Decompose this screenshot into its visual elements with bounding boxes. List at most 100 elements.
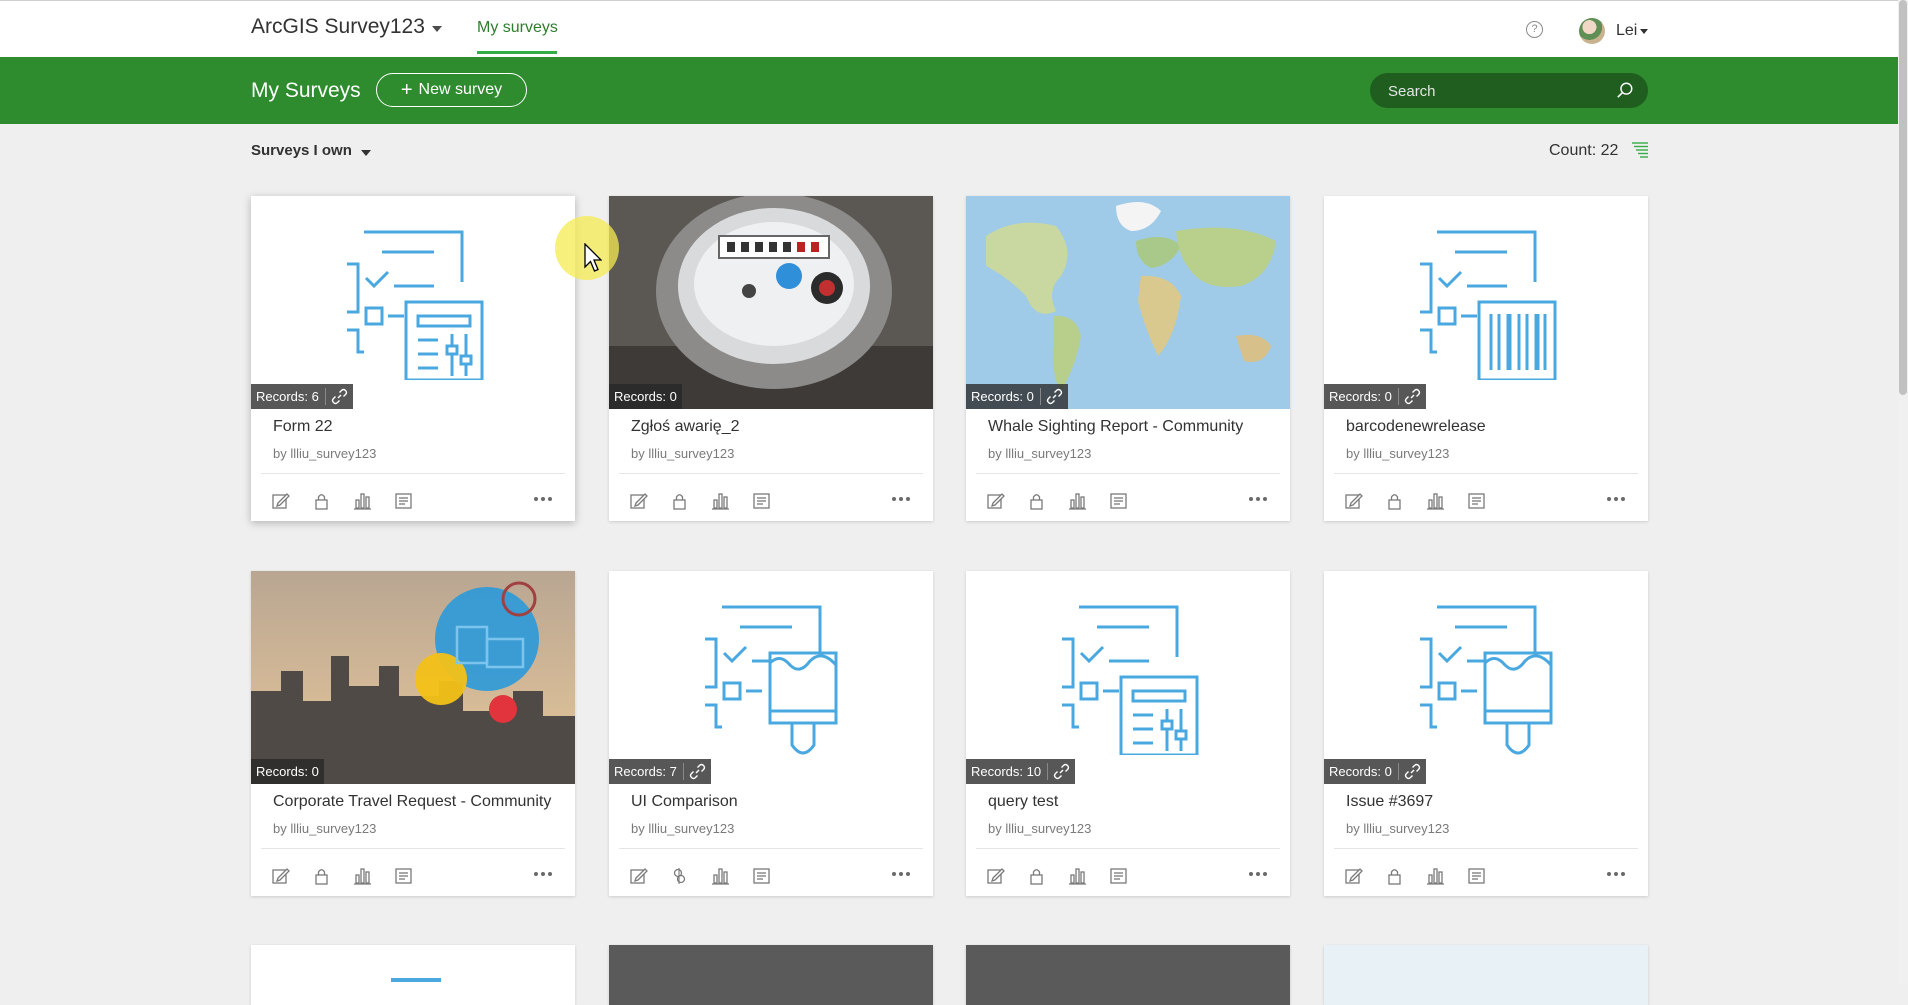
new-survey-button[interactable]: + New survey: [376, 73, 527, 107]
active-tab-indicator: [477, 51, 557, 54]
survey-owner: by llliu_survey123: [988, 446, 1092, 461]
share-icon[interactable]: [670, 866, 689, 885]
survey-title[interactable]: query test: [988, 793, 1058, 811]
app-switcher-caret-icon[interactable]: [432, 26, 442, 32]
edit-icon[interactable]: [629, 866, 648, 885]
survey-card[interactable]: Records: 0 Corporate Travel Request - Co…: [251, 571, 575, 896]
data-icon[interactable]: [752, 491, 771, 510]
more-options-icon[interactable]: [1248, 494, 1268, 504]
data-icon[interactable]: [394, 491, 413, 510]
survey-card-partial[interactable]: [609, 945, 933, 1005]
scrollbar[interactable]: [1898, 0, 1908, 984]
link-icon[interactable]: [324, 388, 348, 405]
form-sliders-icon: [347, 230, 484, 380]
chart-icon[interactable]: [711, 491, 730, 510]
chart-icon[interactable]: [1426, 866, 1445, 885]
survey-thumbnail[interactable]: [251, 196, 575, 409]
scrollbar-thumb[interactable]: [1899, 0, 1907, 395]
survey-title[interactable]: Zgłoś awarię_2: [631, 418, 740, 436]
data-icon[interactable]: [1467, 866, 1486, 885]
lock-icon[interactable]: [312, 491, 331, 510]
edit-icon[interactable]: [1344, 491, 1363, 510]
survey-count: Count: 22: [1549, 142, 1619, 159]
edit-icon[interactable]: [271, 866, 290, 885]
chart-icon[interactable]: [1068, 491, 1087, 510]
edit-icon[interactable]: [271, 491, 290, 510]
divider: [619, 473, 923, 474]
survey-card-partial[interactable]: [1324, 945, 1648, 1005]
survey-card[interactable]: Records: 0 Issue #3697 by llliu_survey12…: [1324, 571, 1648, 896]
chart-icon[interactable]: [1068, 866, 1087, 885]
lock-icon[interactable]: [1385, 866, 1404, 885]
survey-title[interactable]: Form 22: [273, 418, 333, 436]
survey-card[interactable]: Records: 0 barcodenewrelease by llliu_su…: [1324, 196, 1648, 521]
link-icon[interactable]: [1039, 388, 1063, 405]
more-options-icon[interactable]: [1248, 869, 1268, 879]
search-icon[interactable]: [1616, 81, 1634, 99]
sort-icon[interactable]: [1631, 141, 1649, 159]
survey-owner: by llliu_survey123: [988, 821, 1092, 836]
user-menu-caret-icon[interactable]: [1640, 29, 1648, 34]
lock-icon[interactable]: [1027, 866, 1046, 885]
survey-card-partial[interactable]: [251, 945, 575, 1005]
more-options-icon[interactable]: [533, 494, 553, 504]
survey-thumbnail[interactable]: [251, 571, 575, 784]
link-icon[interactable]: [1397, 763, 1421, 780]
help-icon[interactable]: ?: [1526, 21, 1543, 38]
survey-title[interactable]: UI Comparison: [631, 793, 738, 811]
avatar[interactable]: [1579, 18, 1605, 44]
chart-icon[interactable]: [1426, 491, 1445, 510]
chart-icon[interactable]: [353, 866, 372, 885]
more-options-icon[interactable]: [891, 869, 911, 879]
data-icon[interactable]: [1109, 866, 1128, 885]
survey-card-partial[interactable]: [966, 945, 1290, 1005]
more-options-icon[interactable]: [1606, 494, 1626, 504]
survey-card[interactable]: Records: 0 Whale Sighting Report - Commu…: [966, 196, 1290, 521]
lock-icon[interactable]: [670, 491, 689, 510]
survey-card[interactable]: Records: 6 Form 22 by llliu_survey123: [251, 196, 575, 521]
records-badge: Records: 6: [251, 384, 353, 409]
survey-title[interactable]: Corporate Travel Request - Community: [273, 793, 551, 811]
form-barcode-icon: [1420, 230, 1557, 380]
search-input[interactable]: [1386, 73, 1610, 110]
link-icon[interactable]: [1047, 763, 1070, 780]
survey-title[interactable]: Whale Sighting Report - Community: [988, 418, 1243, 436]
edit-icon[interactable]: [629, 491, 648, 510]
owner-filter-dropdown[interactable]: Surveys I own: [251, 142, 352, 159]
link-icon[interactable]: [682, 763, 706, 780]
edit-icon[interactable]: [1344, 866, 1363, 885]
chevron-down-icon[interactable]: [361, 150, 371, 156]
survey-thumbnail[interactable]: [966, 196, 1290, 409]
edit-icon[interactable]: [986, 491, 1005, 510]
survey-title[interactable]: barcodenewrelease: [1346, 418, 1486, 436]
survey-thumbnail[interactable]: [609, 196, 933, 409]
survey-thumbnail[interactable]: [966, 571, 1290, 784]
app-title[interactable]: ArcGIS Survey123: [251, 15, 425, 39]
more-options-icon[interactable]: [533, 869, 553, 879]
records-badge: Records: 0: [251, 759, 324, 784]
survey-thumbnail[interactable]: [1324, 196, 1648, 409]
survey-thumbnail[interactable]: [609, 571, 933, 784]
lock-icon[interactable]: [1027, 491, 1046, 510]
survey-card[interactable]: Records: 0 Zgłoś awarię_2 by llliu_surve…: [609, 196, 933, 521]
chart-icon[interactable]: [711, 866, 730, 885]
data-icon[interactable]: [752, 866, 771, 885]
data-icon[interactable]: [1467, 491, 1486, 510]
lock-icon[interactable]: [312, 866, 331, 885]
data-icon[interactable]: [394, 866, 413, 885]
more-options-icon[interactable]: [891, 494, 911, 504]
tab-my-surveys[interactable]: My surveys: [477, 19, 558, 37]
search-box[interactable]: [1370, 73, 1648, 110]
more-options-icon[interactable]: [1606, 869, 1626, 879]
data-icon[interactable]: [1109, 491, 1128, 510]
survey-card[interactable]: Records: 7 UI Comparison by llliu_survey…: [609, 571, 933, 896]
survey-thumbnail[interactable]: [1324, 571, 1648, 784]
lock-icon[interactable]: [1385, 491, 1404, 510]
survey-card[interactable]: Records: 10 query test by llliu_survey12…: [966, 571, 1290, 896]
chart-icon[interactable]: [353, 491, 372, 510]
edit-icon[interactable]: [986, 866, 1005, 885]
link-icon[interactable]: [1397, 388, 1421, 405]
world-map-photo: [966, 196, 1290, 409]
survey-title[interactable]: Issue #3697: [1346, 793, 1433, 811]
user-name[interactable]: Lei: [1616, 22, 1637, 40]
